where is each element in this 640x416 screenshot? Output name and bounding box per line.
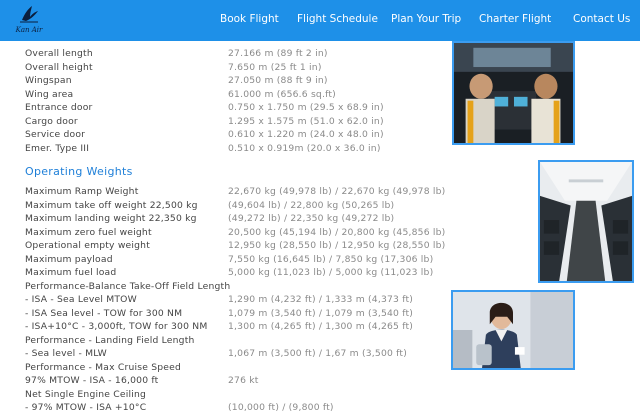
- nav-contact-us[interactable]: Contact Us: [573, 13, 630, 25]
- dimension-label: Cargo door: [25, 115, 78, 127]
- dimension-value: 27.050 m (88 ft 9 in): [228, 75, 328, 86]
- dimension-value: 0.510 x 0.919m (20.0 x 36.0 in): [228, 142, 381, 154]
- dimension-value: 7.650 m (25 ft 1 in): [228, 61, 322, 73]
- nav-flight-schedule[interactable]: Flight Schedule: [297, 13, 378, 25]
- dimension-label: Emer. Type III: [25, 142, 90, 154]
- dimension-label: Wing area: [25, 88, 74, 100]
- weight-label: - ISA - Sea Level MTOW: [25, 294, 137, 305]
- weight-value: 1,079 m (3,540 ft) / 1,079 m (3,540 ft): [228, 307, 414, 319]
- dimension-label: Overall height: [25, 61, 93, 73]
- dimension-value: 0.610 x 1.220 m (24.0 x 48.0 in): [228, 129, 384, 140]
- nav-plan-your-trip[interactable]: Plan Your Trip: [391, 13, 461, 25]
- weight-label: - ISA Sea level - TOW for 300 NM: [25, 307, 183, 319]
- kan-air-logo[interactable]: Kan Air: [9, 3, 49, 37]
- weight-label: - Sea level - MLW: [25, 348, 107, 359]
- dimension-label: Entrance door: [25, 102, 93, 113]
- weight-label: 97% MTOW - ISA - 16,000 ft: [25, 375, 159, 386]
- logo-text: Kan Air: [15, 26, 43, 34]
- weight-label: Operational empty weight: [25, 240, 150, 251]
- weight-value: 1,067 m (3,500 ft) / 1,67 m (3,500 ft): [228, 348, 408, 359]
- weight-label: Maximum payload: [25, 253, 113, 265]
- bird-logo-icon: [20, 6, 38, 23]
- weight-value: (10,000 ft) / (9,800 ft): [228, 402, 334, 413]
- dimension-label: Wingspan: [25, 75, 72, 86]
- weight-value: 12,950 kg (28,550 lb) / 12,950 kg (28,55…: [228, 240, 446, 251]
- weight-label: Net Single Engine Ceiling: [25, 388, 147, 400]
- weight-value: 276 kt: [228, 375, 259, 386]
- weight-label: Performance - Landing Field Length: [25, 334, 195, 346]
- nav-charter-flight[interactable]: Charter Flight: [479, 13, 551, 25]
- weight-label: Maximum landing weight 22,350 kg: [25, 213, 197, 224]
- weight-label: Maximum fuel load: [25, 267, 117, 278]
- weight-value: 5,000 kg (11,023 lb) / 5,000 kg (11,023 …: [228, 267, 434, 278]
- flight-attendant-photo: [451, 290, 575, 370]
- weight-label: - 97% MTOW - ISA +10°C: [25, 402, 147, 413]
- dimension-value: 27.166 m (89 ft 2 in): [228, 48, 328, 59]
- dimension-value: 61.000 m (656.6 sq.ft): [228, 88, 336, 100]
- weight-label: Performance-Balance Take-Off Field Lengt…: [25, 280, 231, 292]
- weight-label: - ISA+10°C - 3,000ft, TOW for 300 NM: [25, 321, 208, 332]
- weight-value: (49,272 lb) / 22,350 kg (49,272 lb): [228, 213, 395, 224]
- cabin-photo: [538, 160, 634, 283]
- operating-weights-heading: Operating Weights: [25, 165, 133, 178]
- weight-value: 20,500 kg (45,194 lb) / 20,800 kg (45,85…: [228, 226, 446, 238]
- dimension-value: 1.295 x 1.575 m (51.0 x 62.0 in): [228, 115, 384, 127]
- cockpit-photo: [452, 41, 575, 145]
- nav-book-flight[interactable]: Book Flight: [220, 13, 279, 25]
- weight-value: 22,670 kg (49,978 lb) / 22,670 kg (49,97…: [228, 186, 446, 197]
- top-navbar: Kan Air Book Flight Flight Schedule Plan…: [0, 0, 640, 41]
- dimension-label: Overall length: [25, 48, 93, 59]
- dimension-value: 0.750 x 1.750 m (29.5 x 68.9 in): [228, 102, 384, 113]
- weight-value: (49,604 lb) / 22,800 kg (50,265 lb): [228, 199, 395, 211]
- weight-label: Maximum take off weight 22,500 kg: [25, 199, 198, 211]
- dimension-label: Service door: [25, 129, 86, 140]
- weight-label: Performance - Max Cruise Speed: [25, 361, 182, 373]
- weight-value: 1,300 m (4,265 ft) / 1,300 m (4,265 ft): [228, 321, 414, 332]
- weight-value: 7,550 kg (16,645 lb) / 7,850 kg (17,306 …: [228, 253, 434, 265]
- weight-label: Maximum Ramp Weight: [25, 186, 139, 197]
- weight-label: Maximum zero fuel weight: [25, 226, 152, 238]
- weight-value: 1,290 m (4,232 ft) / 1,333 m (4,373 ft): [228, 294, 414, 305]
